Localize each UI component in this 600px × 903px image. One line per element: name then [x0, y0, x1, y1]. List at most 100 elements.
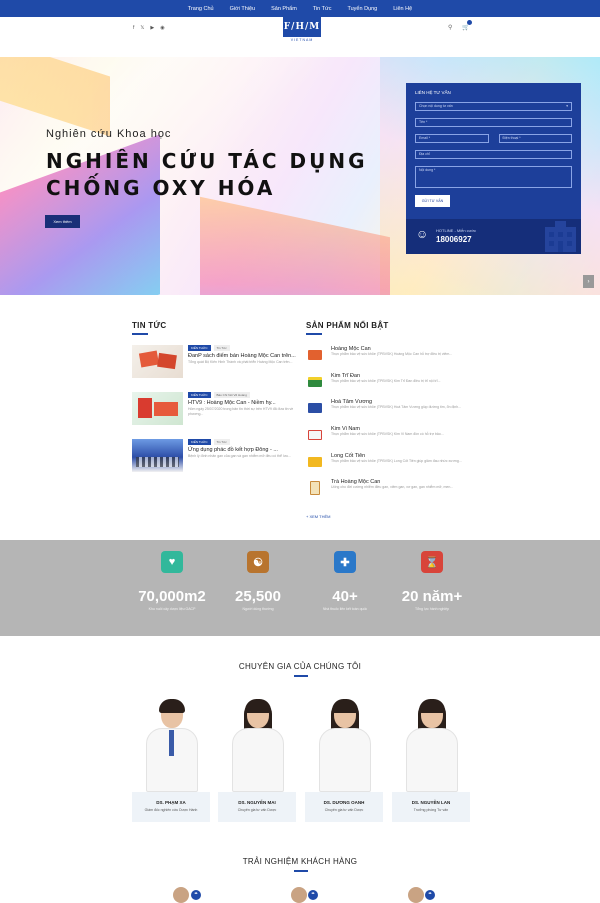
youtube-icon[interactable]: ▶ — [150, 25, 154, 31]
news-tag[interactable]: KIẾN THỨC — [188, 345, 211, 351]
product-excerpt: Uống cho đời cường nhiễm điều gan, viêm … — [331, 485, 454, 490]
nav-item-careers[interactable]: Tuyển Dụng — [345, 6, 379, 12]
stat-label: Người dùng thường — [242, 607, 274, 611]
doctor-icon: ☺ — [416, 227, 429, 241]
nav-item-about[interactable]: Giới Thiệu — [228, 6, 258, 12]
stat-value: 20 năm+ — [401, 588, 463, 605]
address-field[interactable]: Địa chỉ — [415, 150, 572, 159]
product-excerpt: Thực phẩm bảo vệ sức khỏe (TPBVSK) Kim T… — [331, 378, 441, 383]
news-heading: TIN TỨC — [132, 321, 167, 330]
product-image[interactable] — [306, 375, 323, 389]
expert-name: DS. DƯƠNG OANH — [323, 800, 365, 805]
stat-label: Nhà thuốc liên kết toàn quốc — [322, 607, 368, 611]
expert-card[interactable]: DS. PHẠM XA Giám đốc nghiên cứu Dược Hàn… — [132, 699, 210, 822]
news-tag[interactable]: Tin Tức — [213, 439, 230, 445]
nav-item-home[interactable]: Trang Chủ — [186, 6, 216, 12]
main-nav: Trang Chủ Giới Thiệu Sản Phẩm Tin Tức Tu… — [0, 0, 600, 17]
stat-item: ⌛ 20 năm+ Tổng lực hành nghiệp — [392, 551, 472, 611]
product-image[interactable] — [306, 455, 323, 469]
stat-item: ✚ 40+ Nhà thuốc liên kết toàn quốc — [305, 551, 385, 611]
stat-value: 70,000m2 — [138, 588, 206, 605]
email-field[interactable]: Email * — [415, 134, 489, 143]
site-logo[interactable]: F/H/M — [283, 17, 321, 37]
customer-avatar — [291, 887, 307, 903]
nav-item-products[interactable]: Sản Phẩm — [269, 6, 299, 12]
news-tag[interactable]: Tin Tức — [213, 345, 230, 351]
product-item[interactable]: Hoàng Mộc Can Thực phẩm bảo vệ sức khỏe (… — [306, 345, 576, 372]
product-image[interactable] — [306, 348, 323, 362]
product-excerpt: Thực phẩm bảo vệ sức khỏe (TPBVSK) Kim V… — [331, 432, 444, 437]
content-field[interactable]: Nội dung * — [415, 166, 572, 188]
news-tag[interactable]: KIẾN THỨC — [188, 439, 211, 445]
product-item[interactable]: Kim Vi Nam Thực phẩm bảo vệ sức khỏe (TPB… — [306, 425, 576, 452]
care-icon: ☯ — [247, 551, 269, 573]
expert-name: DS. NGUYỄN MAI — [238, 800, 276, 805]
hourglass-icon: ⌛ — [421, 551, 443, 573]
quote-icon: “ — [308, 890, 318, 900]
news-excerpt: Bệnh lý đình nhân gan của gan và gan nhi… — [188, 454, 291, 458]
stats-section: ♥ 70,000m2 Khu nuôi cây dược liệu GACP ☯… — [0, 540, 600, 636]
products-heading: SẢN PHẨM NỔI BẬT — [306, 321, 389, 330]
product-item[interactable]: Kim Trĩ Đan Thực phẩm bảo vệ sức khỏe (TP… — [306, 372, 576, 399]
testimonials-heading: TRẢI NGHIỆM KHÁCH HÀNG — [242, 857, 358, 866]
hero-more-button[interactable]: Xem thêm — [45, 215, 80, 228]
nav-item-news[interactable]: Tin Tức — [311, 6, 334, 12]
news-tag[interactable]: Báo Chí Nói Về Hoàng — [213, 392, 250, 398]
news-thumbnail[interactable] — [132, 345, 183, 378]
submit-button[interactable]: GỬI TƯ VẤN — [415, 195, 450, 207]
news-thumbnail[interactable] — [132, 392, 183, 425]
product-image[interactable] — [306, 481, 323, 496]
product-item[interactable]: Trà Hoàng Mộc Can Uống cho đời cường nhiễ… — [306, 478, 576, 505]
news-excerpt: Tổng quát Bộ Kiến Hinh Thành và phát tri… — [188, 360, 293, 364]
expert-name: DS. NGUYỄN LAN — [411, 800, 451, 805]
product-excerpt: Thực phẩm bảo vệ sức khỏe (TPBVSK) Hoá T… — [331, 405, 462, 410]
stat-value: 25,500 — [235, 588, 281, 605]
quote-icon: “ — [191, 890, 201, 900]
products-see-more-link[interactable]: + XEM THÊM — [306, 514, 331, 519]
cart-badge — [467, 20, 472, 25]
instagram-icon[interactable]: ◉ — [160, 25, 164, 31]
news-item[interactable]: KIẾN THỨC Tin Tức Ứng dụng phác đồ kết hợ… — [132, 439, 297, 486]
search-icon[interactable]: ⚲ — [448, 24, 452, 31]
expert-role: Giám đốc nghiên cứu Dược Hành — [144, 808, 198, 812]
medkit-icon: ✚ — [334, 551, 356, 573]
news-item[interactable]: KIẾN THỨC Tin Tức ĐanP sách điểm bán Hoàn… — [132, 345, 297, 392]
social-links: f 𝕏 ▶ ◉ — [133, 25, 165, 31]
product-item[interactable]: Hoá Tâm Vương Thực phẩm bảo vệ sức khỏe (… — [306, 398, 576, 425]
twitter-icon[interactable]: 𝕏 — [140, 25, 144, 31]
expert-name: DS. PHẠM XA — [156, 800, 186, 805]
contact-form-title: LIÊN HỆ TƯ VẤN — [415, 90, 451, 95]
product-image[interactable] — [306, 401, 323, 415]
stat-item: ♥ 70,000m2 Khu nuôi cây dược liệu GACP — [132, 551, 212, 611]
nav-item-contact[interactable]: Liên Hệ — [391, 6, 414, 12]
news-title[interactable]: Ứng dụng phác đồ kết hợp Đông - ... — [188, 447, 291, 454]
hospital-icon — [543, 219, 578, 252]
news-title[interactable]: HTV9 : Hoàng Mộc Can - Niềm hy... — [188, 400, 297, 407]
stat-value: 40+ — [332, 588, 358, 605]
news-item[interactable]: KIẾN THỨC Báo Chí Nói Về Hoàng HTV9 : Hoà… — [132, 392, 297, 439]
product-image[interactable] — [306, 428, 323, 442]
hero-eyebrow: Nghiên cứu Khoa học — [46, 128, 172, 140]
site-header: f 𝕏 ▶ ◉ F/H/M VIETNAM ⚲ 🛒 — [0, 17, 600, 57]
expert-card[interactable]: DS. NGUYỄN MAI Chuyên gia tư vấn Dược — [218, 699, 296, 822]
product-excerpt: Thực phẩm bảo vệ sức khỏe (TPBVSK) Long … — [331, 458, 462, 463]
hero-title: NGHIÊN CỨU TÁC DỤNG CHỐNG OXY HÓA — [46, 148, 368, 202]
news-title[interactable]: ĐanP sách điểm bán Hoàng Mộc Can trên... — [188, 353, 296, 360]
quote-icon: “ — [425, 890, 435, 900]
news-thumbnail[interactable] — [132, 439, 183, 472]
cart-icon[interactable]: 🛒 — [462, 24, 469, 31]
expert-card[interactable]: DS. NGUYỄN LAN Trưởng phòng Tư vấn — [392, 699, 470, 822]
slider-next-button[interactable]: › — [583, 275, 594, 288]
news-tag[interactable]: KIẾN THỨC — [188, 392, 211, 398]
news-list: KIẾN THỨC Tin Tức ĐanP sách điểm bán Hoàn… — [132, 345, 297, 486]
consult-topic-select[interactable]: Chọn nội dung tư vấn ▾ — [415, 102, 572, 111]
name-field[interactable]: Tên * — [415, 118, 572, 127]
experts-heading: CHUYÊN GIA CỦA CHÚNG TÔI — [238, 662, 362, 671]
expert-card[interactable]: DS. DƯƠNG OANH Chuyên gia tư vấn Dược — [305, 699, 383, 822]
stat-label: Khu nuôi cây dược liệu GACP — [148, 607, 196, 611]
hotline-number: 18006927 — [436, 235, 472, 244]
facebook-icon[interactable]: f — [133, 25, 134, 31]
expert-role: Chuyên gia tư vấn Dược — [324, 808, 364, 812]
product-item[interactable]: Long Cốt Tiên Thực phẩm bảo vệ sức khỏe (… — [306, 452, 576, 479]
phone-field[interactable]: Điện thoại * — [498, 134, 572, 143]
